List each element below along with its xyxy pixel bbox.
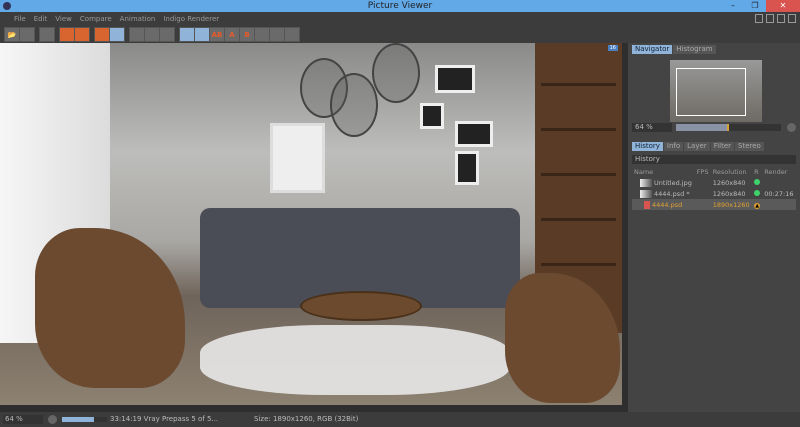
history-row[interactable]: 4444.psd * 1260x840 00:27:16 (632, 188, 796, 199)
col-r: R (754, 167, 759, 176)
status-ok-icon (754, 178, 761, 185)
toolbar: 📂 AB A B (0, 26, 800, 43)
compare-ab-button[interactable]: AB (210, 28, 224, 41)
navigator-zoom-slider[interactable] (676, 124, 781, 131)
side-panel: Navigator Histogram 64 % History Info La… (628, 43, 800, 412)
render-status-text: 33:14:19 Vray Prepass 5 of 5... (110, 415, 219, 423)
row-resolution: 1260x840 (712, 178, 746, 187)
export-icon[interactable] (285, 28, 299, 41)
status-bar: 64 % 33:14:19 Vray Prepass 5 of 5... Siz… (0, 412, 800, 427)
row-resolution: 1260x840 (712, 189, 746, 198)
save-icon[interactable] (20, 28, 34, 41)
menu-file[interactable]: File (14, 12, 26, 26)
menu-compare[interactable]: Compare (80, 12, 112, 26)
tab-info[interactable]: Info (663, 142, 684, 151)
compare-2-icon[interactable] (195, 28, 209, 41)
thumbnail (640, 178, 652, 187)
navigator-zoom-field[interactable]: 64 % (632, 123, 672, 132)
row-name: Untitled.jpg (654, 178, 692, 187)
title-bar: Picture Viewer – ❐ ✕ (0, 0, 800, 12)
scene-rug (200, 325, 510, 395)
view-1-icon[interactable] (130, 28, 144, 41)
status-warning-icon: ▲ (754, 202, 761, 209)
layout-icon[interactable] (755, 14, 763, 23)
channel-icon[interactable] (95, 28, 109, 41)
minimize-button[interactable]: – (722, 0, 744, 12)
row-name: 4444.psd (652, 200, 683, 209)
image-size-text: Size: 1890x1260, RGB (32Bit) (254, 415, 359, 423)
history-table: Name FPS Resolution R Render Untitled.jpg 126… (632, 166, 796, 210)
scene-lamp (330, 73, 378, 137)
menu-animation[interactable]: Animation (120, 12, 156, 26)
menu-view[interactable]: View (55, 12, 72, 26)
col-name: Name (634, 167, 654, 176)
row-name: 4444.psd * (654, 189, 690, 198)
scene-frame (455, 151, 479, 185)
view-2-icon[interactable] (145, 28, 159, 41)
menu-edit[interactable]: Edit (34, 12, 48, 26)
row-render: 00:27:16 (764, 189, 794, 198)
tab-navigator[interactable]: Navigator (632, 45, 673, 54)
thumbnail (640, 189, 652, 198)
row-fps (695, 177, 711, 188)
navigator-view-rect[interactable] (676, 68, 746, 116)
tab-histogram[interactable]: Histogram (673, 45, 716, 54)
col-resolution: Resolution (712, 167, 747, 176)
menu-bar: File Edit View Compare Animation Indigo … (0, 12, 800, 26)
compare-1-icon[interactable] (180, 28, 194, 41)
render-progress-bar (62, 417, 107, 422)
app-icon (3, 2, 11, 10)
status-ok-icon (754, 189, 761, 196)
history-row-selected[interactable]: 4444.psd 1890x1260 ▲ (632, 199, 796, 210)
status-zoom-button[interactable] (48, 415, 57, 424)
open-icon[interactable]: 📂 (5, 28, 19, 41)
row-fps (695, 188, 711, 199)
zoom-reset-button[interactable] (787, 123, 796, 132)
render-image-viewport[interactable]: 16 (0, 43, 622, 405)
scene-frame (435, 65, 475, 93)
render-to-viewer-icon[interactable] (60, 28, 74, 41)
move-icon[interactable] (777, 14, 785, 23)
row-fps (694, 199, 711, 210)
scene-clock (270, 123, 325, 193)
render-region-icon[interactable] (75, 28, 89, 41)
swap-icon[interactable] (255, 28, 269, 41)
render-badge: 16 (607, 45, 618, 51)
scene-frame (420, 103, 444, 129)
channel-alpha-icon[interactable] (110, 28, 124, 41)
tab-filter[interactable]: Filter (710, 142, 735, 151)
set-b-button[interactable]: B (240, 28, 254, 41)
navigator-thumbnail[interactable] (670, 60, 762, 122)
history-header: History (632, 155, 796, 164)
scene-lamp (372, 43, 420, 103)
window-title: Picture Viewer (367, 1, 433, 11)
pin-icon[interactable] (788, 14, 796, 23)
maximize-button[interactable]: ❐ (744, 0, 766, 12)
row-render (762, 199, 796, 210)
scene-table (300, 291, 422, 321)
col-render: Render (764, 167, 788, 176)
tab-layer[interactable]: Layer (684, 142, 710, 151)
menu-indigo-renderer[interactable]: Indigo Renderer (163, 12, 219, 26)
scene-frame (455, 121, 493, 147)
panel-icon[interactable] (766, 14, 774, 23)
horizontal-scrollbar[interactable] (0, 405, 622, 412)
row-resolution: 1890x1260 (710, 199, 753, 210)
view-3-icon[interactable] (160, 28, 174, 41)
row-render (762, 177, 796, 188)
rendering-icon (644, 200, 650, 209)
status-zoom-field[interactable]: 64 % (3, 415, 43, 424)
set-a-button[interactable]: A (225, 28, 239, 41)
tab-history[interactable]: History (632, 142, 663, 151)
history-row[interactable]: Untitled.jpg 1260x840 (632, 177, 796, 188)
close-button[interactable]: ✕ (766, 0, 800, 12)
scene-chair (35, 228, 185, 388)
tab-stereo[interactable]: Stereo (735, 142, 764, 151)
col-fps: FPS (696, 167, 709, 176)
split-icon[interactable] (270, 28, 284, 41)
clapper-icon[interactable] (40, 28, 54, 41)
